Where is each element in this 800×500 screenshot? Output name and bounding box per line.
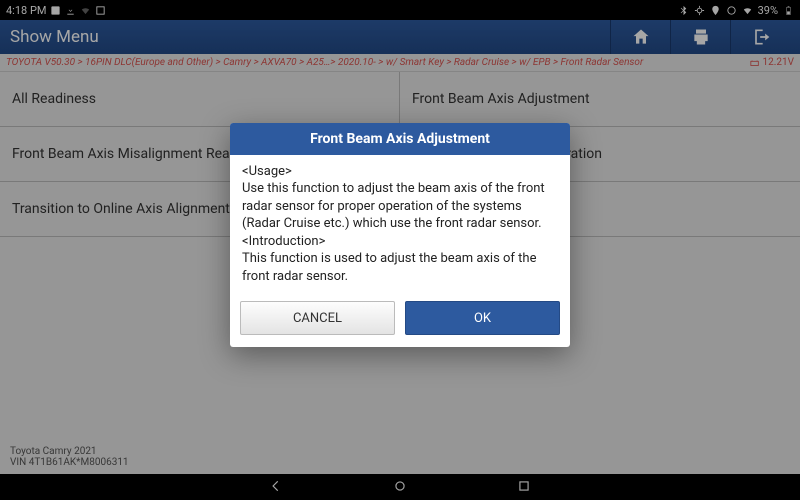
dialog-body: <Usage> Use this function to adjust the … bbox=[230, 155, 570, 302]
dialog-front-beam-adjustment: Front Beam Axis Adjustment <Usage> Use t… bbox=[230, 123, 570, 348]
ok-button[interactable]: OK bbox=[405, 301, 560, 335]
cancel-button[interactable]: CANCEL bbox=[240, 301, 395, 335]
dialog-title: Front Beam Axis Adjustment bbox=[230, 123, 570, 155]
modal-overlay: Front Beam Axis Adjustment <Usage> Use t… bbox=[0, 0, 800, 500]
